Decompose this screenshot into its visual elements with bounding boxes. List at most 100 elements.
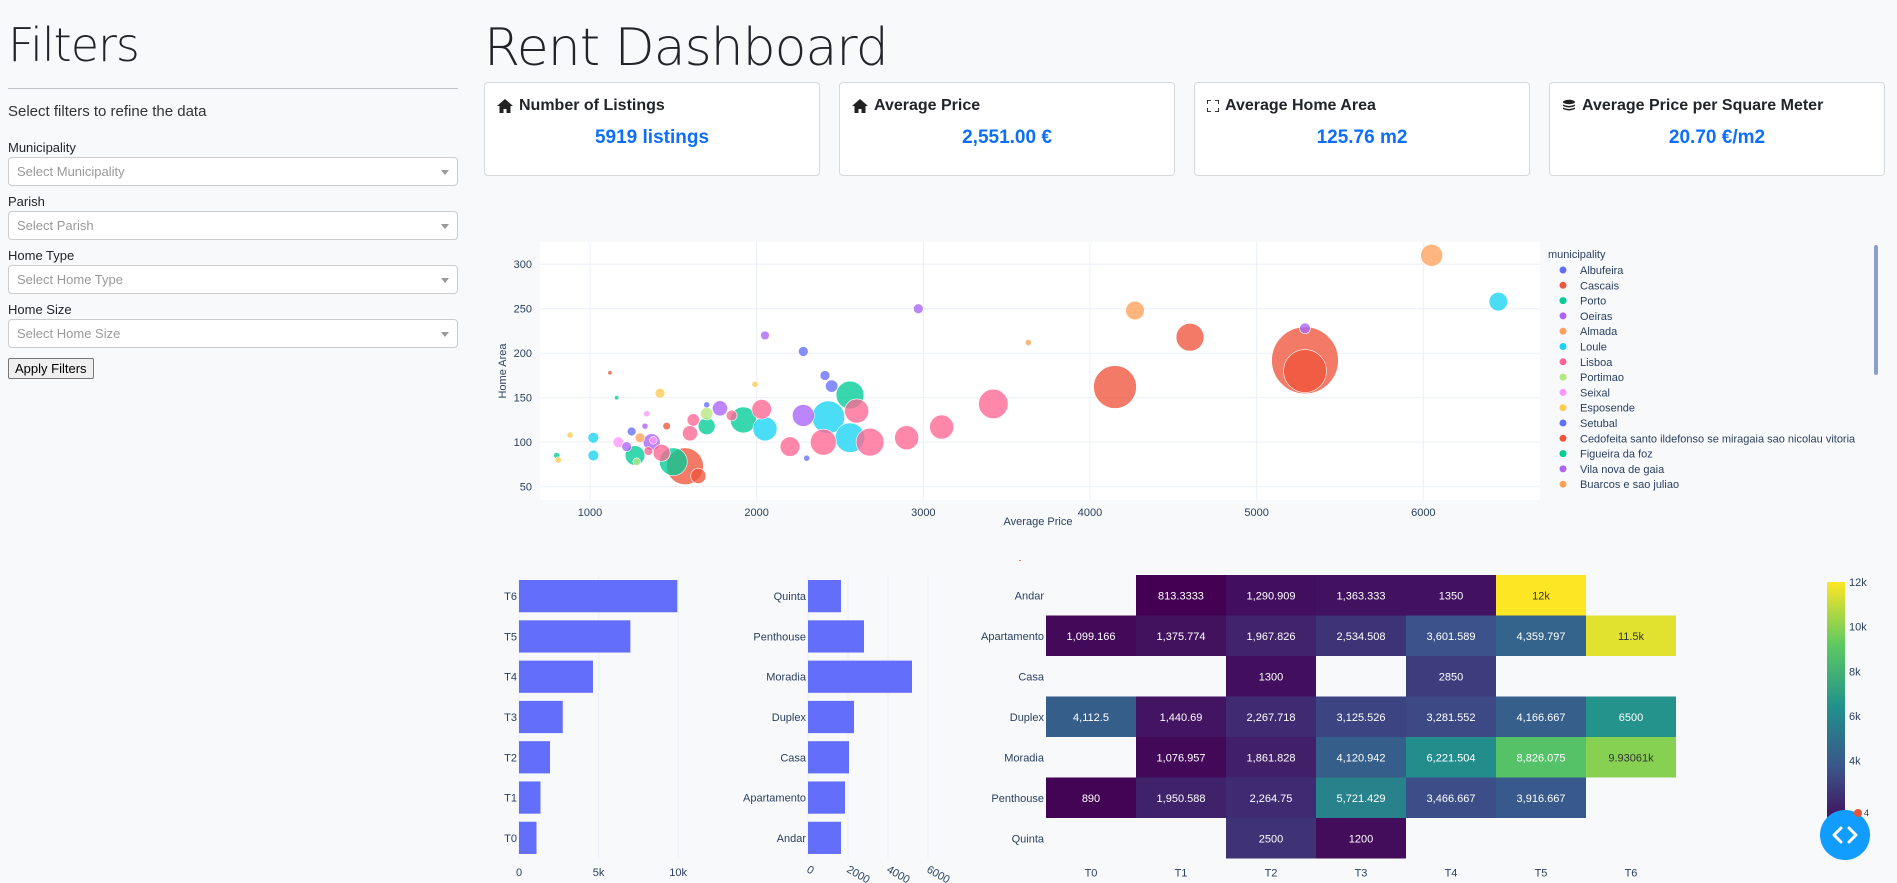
heatmap-cell-value: 5,721.429	[1337, 793, 1386, 805]
heatmap-cell-value: 9.93061k	[1608, 752, 1654, 764]
category-label: T5	[504, 631, 517, 643]
legend-item-label: Buarcos e sao juliao	[1580, 479, 1679, 491]
scatter-point	[662, 422, 671, 431]
x-tick-label: 4000	[885, 864, 912, 883]
page-title: Rent Dashboard	[484, 18, 889, 78]
home-size-bar-chart: 0 5k 10k T0 T1 T2 T3 T4 T5 T6	[504, 576, 687, 879]
scatter-point	[894, 425, 920, 451]
price-per-sqm-card-value: 20.70 €/m2	[1668, 127, 1766, 148]
stray-marker	[1019, 560, 1021, 561]
heatmap-cell-value: 1,290.909	[1247, 590, 1296, 602]
legend-item-label: Porto	[1580, 296, 1606, 308]
municipality-dropdown[interactable]: Select Municipality	[8, 157, 458, 186]
legend-marker	[1559, 419, 1567, 427]
scatter-point	[844, 398, 870, 424]
legend-item-label: Cedofeita santo ildefonso se miragaia sa…	[1580, 433, 1856, 445]
chevron-down-icon	[441, 170, 449, 175]
home-size-placeholder: Select Home Size	[17, 326, 121, 341]
colorbar-tick-label: 12k	[1849, 577, 1867, 589]
bar	[808, 620, 864, 653]
scatter-point	[712, 400, 728, 417]
scatter-point	[686, 413, 700, 427]
heatmap-cell-value: 1,967.826	[1247, 631, 1296, 643]
home-type-label: Home Type	[8, 248, 75, 263]
heatmap-cell-value: 6,221.504	[1427, 752, 1476, 764]
heatmap-col-label: T4	[1445, 868, 1458, 880]
area-vs-price-scatter-chart: 1000 2000 3000 4000 5000 6000 50 100 150 200 250 30…	[497, 242, 1878, 528]
parish-dropdown[interactable]: Select Parish	[8, 211, 458, 240]
sidebar-divider	[8, 88, 458, 89]
colorbar-tick-label: 8k	[1849, 666, 1861, 678]
legend-item-label: Lisboa	[1580, 357, 1613, 369]
heatmap-cell-value: 4,112.5	[1073, 712, 1109, 724]
category-label: Penthouse	[753, 631, 806, 643]
bar	[519, 580, 678, 613]
apply-filters-button[interactable]: Apply Filters	[8, 358, 94, 379]
heatmap-col-label: T0	[1085, 868, 1098, 880]
chevron-down-icon	[441, 224, 449, 229]
category-label: T6	[504, 591, 517, 603]
bar2-bars	[808, 580, 912, 854]
scatter-x-axis-label: Average Price	[1004, 516, 1073, 528]
heatmap-cell-value: 4,120.942	[1337, 752, 1386, 764]
heatmap-cell-value: 1,375.774	[1157, 631, 1206, 643]
error-badge[interactable]: 4	[1854, 808, 1869, 818]
scatter-point	[682, 425, 698, 442]
scatter-point	[1283, 349, 1327, 393]
scatter-point	[792, 404, 815, 427]
heatmap-cell-value: 1,861.828	[1247, 752, 1296, 764]
error-count: 4	[1864, 808, 1870, 818]
y-tick-label: 250	[514, 304, 532, 316]
category-label: T2	[504, 752, 517, 764]
x-tick-label: 5k	[593, 867, 605, 879]
bar	[519, 660, 593, 693]
municipality-placeholder: Select Municipality	[17, 164, 125, 179]
home-icon	[497, 99, 513, 113]
scatter-point	[643, 446, 654, 456]
heatmap-cell-value: 4,359.797	[1517, 631, 1566, 643]
home-size-dropdown[interactable]: Select Home Size	[8, 319, 458, 348]
colorbar-tick-label: 10k	[1849, 622, 1867, 634]
bar	[808, 741, 849, 774]
scatter-point	[1420, 244, 1443, 267]
scatter-point	[643, 410, 651, 418]
home-type-placeholder: Select Home Type	[17, 272, 123, 287]
legend-marker	[1559, 327, 1567, 335]
scatter-point	[700, 407, 714, 421]
home-type-bar-chart: 0 2000 4000 6000 Andar Apartamento Casa Duplex M…	[743, 576, 952, 883]
legend-item-label: Vila nova de gaia	[1580, 464, 1665, 476]
listings-card-value: 5919 listings	[594, 127, 710, 148]
y-tick-label: 150	[514, 393, 532, 405]
scatter-point	[690, 468, 707, 484]
filters-sidebar: Filters Select filters to refine the dat…	[8, 0, 458, 379]
colorbar-tick-label: 6k	[1849, 711, 1861, 723]
scatter-point	[798, 346, 809, 357]
legend-item-label: Oeiras	[1580, 311, 1613, 323]
home-icon	[852, 99, 868, 113]
legend-marker	[1559, 373, 1567, 381]
category-label: Moradia	[766, 672, 807, 684]
x-tick-label: 1000	[578, 507, 602, 519]
scatter-point	[913, 303, 924, 314]
heatmap-row-label: Duplex	[1010, 712, 1045, 724]
scatter-point	[607, 370, 613, 376]
sidebar-title: Filters	[8, 18, 140, 72]
heatmap-cell-value: 1200	[1349, 833, 1373, 845]
heatmap-cell-value: 1,950.588	[1157, 793, 1206, 805]
heatmap-cell-value: 1,440.69	[1160, 712, 1203, 724]
scatter-point	[752, 416, 778, 442]
home-type-dropdown[interactable]: Select Home Type	[8, 265, 458, 294]
sidebar-subtitle: Select filters to refine the data	[8, 103, 207, 120]
legend-marker	[1559, 297, 1567, 305]
x-tick-label: 0	[516, 867, 522, 879]
chevron-down-icon	[441, 278, 449, 283]
bar	[808, 660, 912, 693]
legend-marker	[1559, 434, 1567, 442]
heatmap-row-label: Quinta	[1012, 833, 1045, 845]
legend-scrollbar[interactable]	[1874, 245, 1878, 375]
average-area-card-title: Average Home Area	[1225, 97, 1376, 114]
heatmap-col-label: T3	[1355, 868, 1368, 880]
scatter-point	[751, 399, 772, 420]
average-price-card: Average Price 2,551.00 €	[839, 82, 1175, 176]
legend-item-label: Portimao	[1580, 372, 1624, 384]
